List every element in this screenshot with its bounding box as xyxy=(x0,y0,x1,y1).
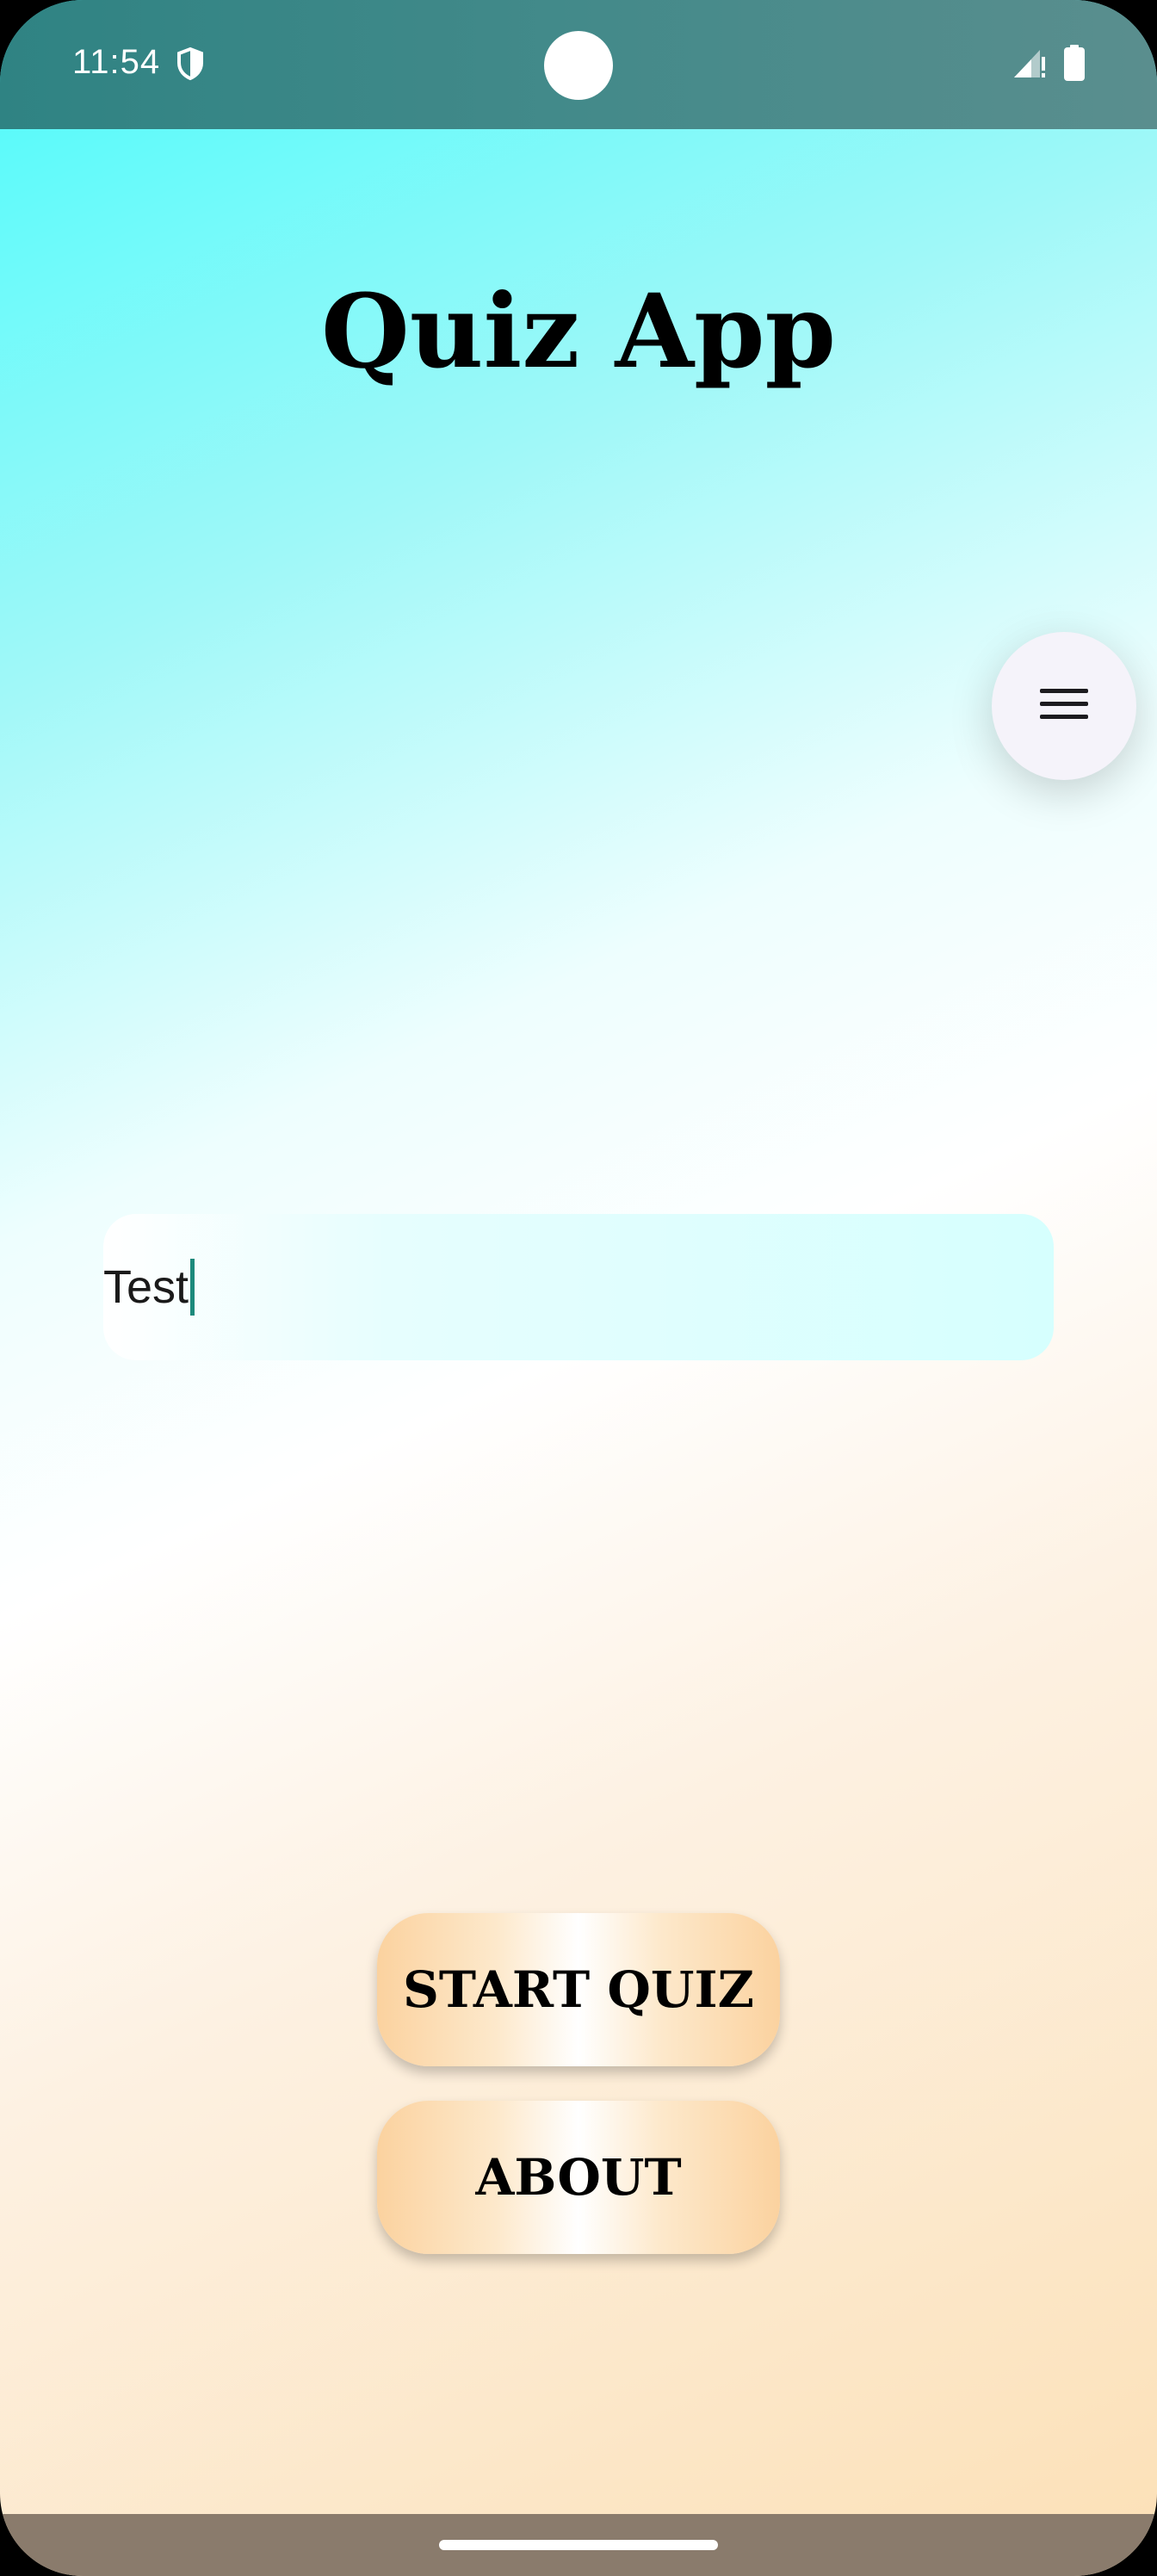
navigation-bar xyxy=(0,2514,1157,2576)
menu-button[interactable] xyxy=(992,632,1136,780)
app-screen: 11:54 Quiz App Test START QUIZ ABOUT xyxy=(0,0,1157,2576)
camera-cutout xyxy=(544,31,613,100)
battery-icon xyxy=(1064,45,1085,81)
signal-icon xyxy=(1014,50,1045,77)
shield-icon xyxy=(177,46,203,81)
name-input-value: Test xyxy=(103,1261,189,1313)
name-input-value-wrapper: Test xyxy=(103,1259,195,1316)
app-title: Quiz App xyxy=(320,271,837,391)
text-caret xyxy=(190,1259,195,1316)
status-bar: 11:54 xyxy=(0,0,1157,129)
name-input[interactable]: Test xyxy=(103,1214,1054,1360)
home-indicator[interactable] xyxy=(439,2540,718,2550)
status-time: 11:54 xyxy=(72,43,161,81)
about-button[interactable]: ABOUT xyxy=(377,2101,780,2254)
hamburger-menu-icon xyxy=(1040,689,1088,719)
start-quiz-button[interactable]: START QUIZ xyxy=(377,1913,780,2066)
